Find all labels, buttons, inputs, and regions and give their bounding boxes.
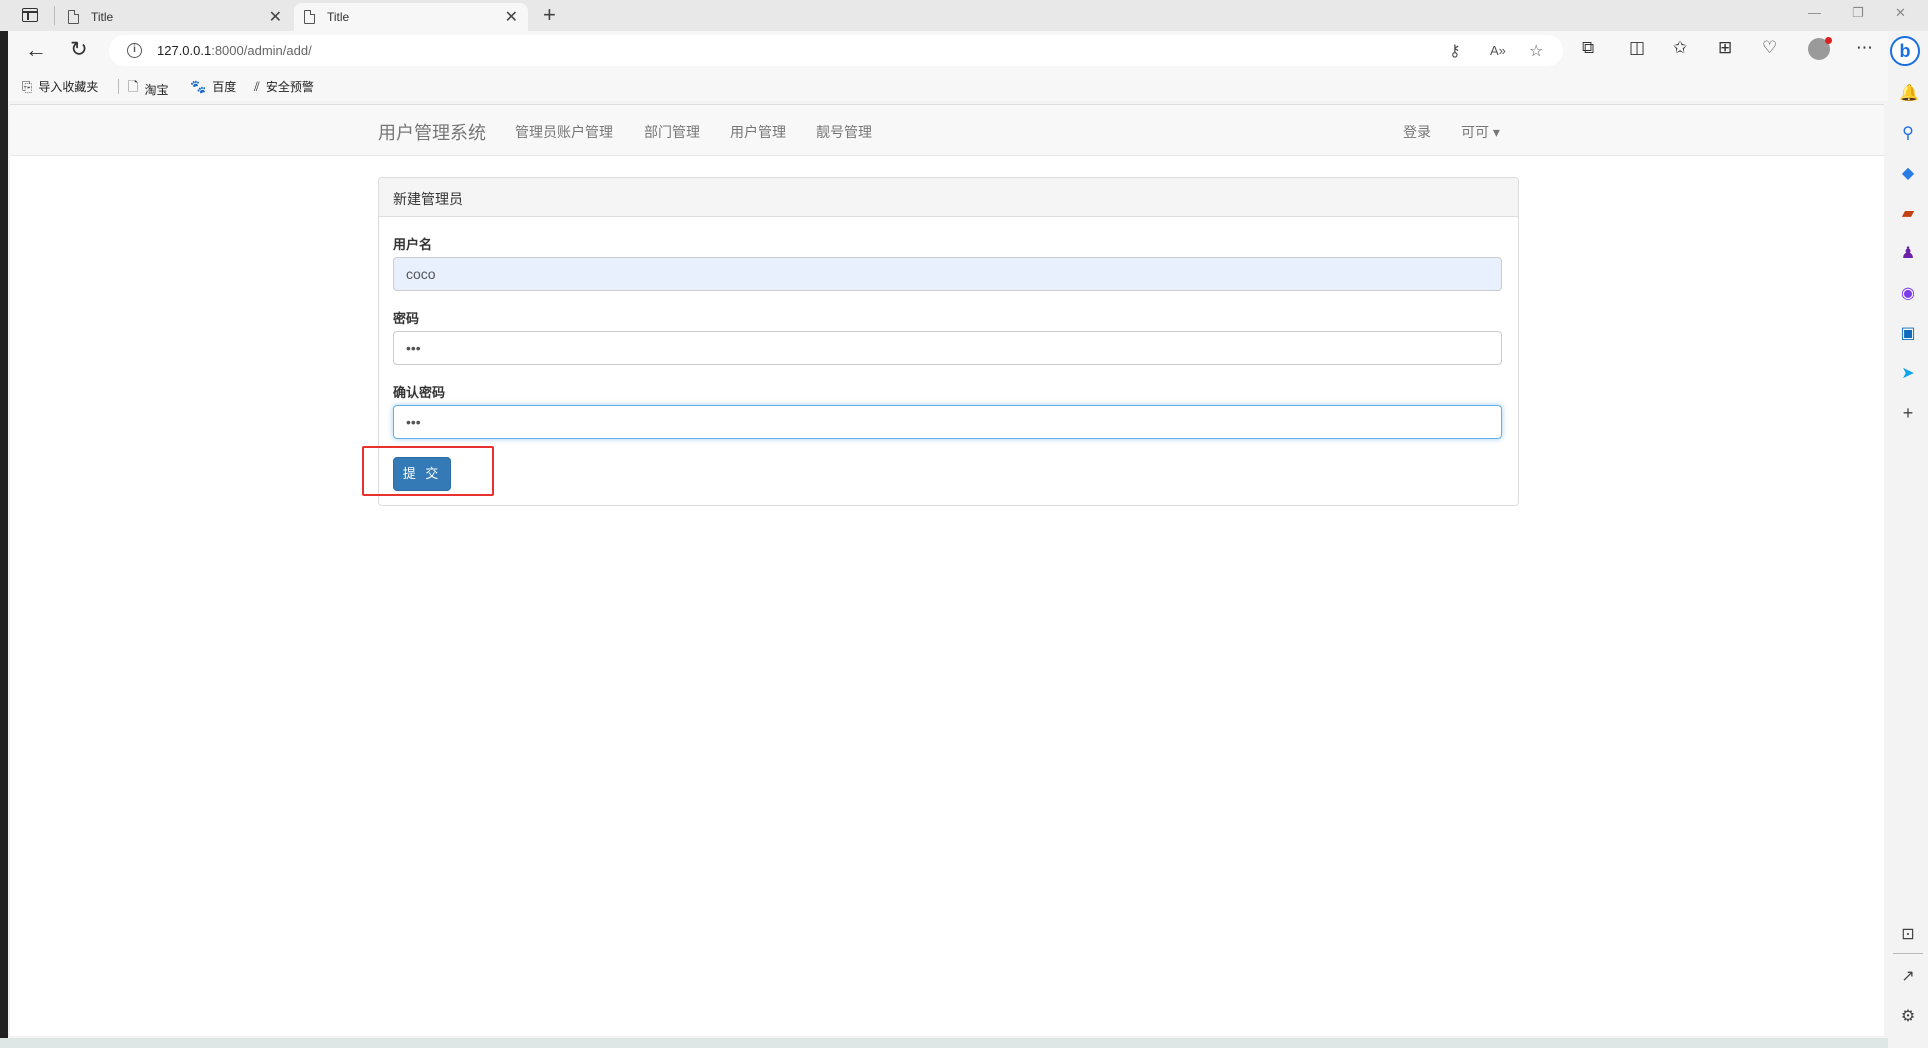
games-icon[interactable]: ♟ [1899, 243, 1917, 263]
import-favorites-icon: ⎘ [22, 78, 33, 94]
new-admin-panel: 新建管理员 用户名 密码 确认密码 提 交 [378, 177, 1519, 506]
outlook-icon[interactable]: ▣ [1899, 323, 1917, 343]
nav-pretty-numbers[interactable]: 靓号管理 [816, 122, 872, 142]
user-dropdown[interactable]: 可可 ▾ [1461, 122, 1500, 142]
confirm-password-label: 确认密码 [393, 385, 446, 400]
window-left-edge [0, 31, 8, 1048]
favorites-icon[interactable]: ✩ [1673, 38, 1687, 58]
page-icon [68, 10, 79, 24]
url-text[interactable]: 127.0.0.1:8000/admin/add/ [157, 43, 312, 58]
tab-title: Title [91, 10, 114, 24]
bookmark-bar: ⎘ 导入收藏夹 🗋 淘宝 🐾 百度 ⫽ 安全预警 [0, 71, 1888, 101]
bookmark-taobao[interactable]: 🗋 淘宝 [128, 78, 168, 100]
profile-avatar[interactable] [1808, 37, 1832, 60]
page-icon [304, 10, 315, 24]
password-input[interactable] [393, 331, 1502, 365]
gear-icon[interactable]: ⚙ [1899, 1006, 1917, 1026]
collections-icon[interactable]: ⊞ [1718, 38, 1732, 58]
restore-icon[interactable]: ❐ [1852, 5, 1864, 21]
annotation-highlight-box [362, 446, 494, 496]
read-aloud-icon[interactable]: A» [1490, 43, 1506, 58]
tab-strip: Title ✕ Title ✕ + — ❐ ✕ [0, 0, 1928, 31]
nav-departments[interactable]: 部门管理 [644, 122, 700, 142]
page-icon: 🗋 [128, 79, 139, 94]
browser-toolbar: ← ↻ i 127.0.0.1:8000/admin/add/ ⚷ A» ☆ ⧉… [0, 31, 1928, 71]
panel-heading: 新建管理员 [379, 178, 1518, 217]
star-icon[interactable]: ☆ [1529, 41, 1543, 61]
tools-icon[interactable]: ▰ [1899, 203, 1917, 223]
browser-tab-2[interactable]: Title ✕ [294, 3, 528, 31]
external-link-icon[interactable]: ↗ [1899, 966, 1917, 986]
close-icon[interactable]: ✕ [269, 7, 282, 27]
back-arrow-icon[interactable]: ← [25, 37, 47, 63]
bookmark-baidu[interactable]: 🐾 百度 [190, 78, 236, 95]
reload-icon[interactable]: ↻ [70, 37, 88, 62]
bing-copilot-icon[interactable]: b [1890, 36, 1920, 66]
password-label: 密码 [393, 311, 420, 326]
tab-actions-icon[interactable] [22, 8, 38, 22]
bell-icon[interactable]: 🔔 [1899, 83, 1919, 103]
nav-login[interactable]: 登录 [1403, 122, 1431, 142]
security-alert-icon: ⫽ [254, 78, 260, 94]
web-page: 用户管理系统 管理员账户管理 部门管理 用户管理 靓号管理 登录 可可 ▾ 新建… [10, 104, 1884, 1036]
window-bottom-edge [0, 1038, 1888, 1048]
tab-separator [54, 6, 55, 25]
site-brand[interactable]: 用户管理系统 [378, 119, 486, 145]
info-icon[interactable]: i [127, 43, 142, 58]
add-icon[interactable]: + [1899, 403, 1917, 424]
search-icon[interactable]: ⚲ [1899, 123, 1917, 143]
bookmark-import-favorites[interactable]: ⎘ 导入收藏夹 [22, 78, 98, 95]
screenshot-icon[interactable]: ⊡ [1899, 924, 1917, 944]
baidu-paw-icon: 🐾 [190, 78, 207, 94]
confirm-password-input[interactable] [393, 405, 1502, 439]
site-navbar: 用户管理系统 管理员账户管理 部门管理 用户管理 靓号管理 登录 可可 ▾ [10, 105, 1884, 156]
username-label: 用户名 [393, 237, 433, 252]
send-icon[interactable]: ➤ [1899, 363, 1917, 383]
office-icon[interactable]: ◉ [1899, 283, 1917, 303]
health-icon[interactable]: ♡ [1762, 38, 1777, 58]
more-menu-icon[interactable]: ⋯ [1856, 38, 1873, 58]
nav-users[interactable]: 用户管理 [730, 122, 786, 142]
address-bar[interactable]: i 127.0.0.1:8000/admin/add/ ⚷ A» ☆ [109, 35, 1563, 66]
tab-title: Title [327, 10, 350, 24]
browser-tab-1[interactable]: Title ✕ [58, 3, 292, 31]
bookmark-separator [118, 79, 119, 94]
panel-title: 新建管理员 [393, 191, 463, 207]
nav-admin-accounts[interactable]: 管理员账户管理 [515, 122, 613, 142]
new-tab-icon[interactable]: + [543, 2, 556, 28]
close-icon[interactable]: ✕ [505, 7, 518, 27]
close-window-icon[interactable]: ✕ [1895, 5, 1906, 21]
shopping-tag-icon[interactable]: ◆ [1899, 163, 1917, 183]
key-icon[interactable]: ⚷ [1449, 41, 1461, 61]
bookmark-security-alert[interactable]: ⫽ 安全预警 [254, 78, 314, 95]
split-screen-icon[interactable]: ◫ [1629, 38, 1645, 58]
username-input[interactable] [393, 257, 1502, 291]
minimize-icon[interactable]: — [1808, 5, 1821, 20]
extensions-icon[interactable]: ⧉ [1582, 38, 1594, 58]
edge-sidebar: 🔔 ⚲ ◆ ▰ ♟ ◉ ▣ ➤ + ⊡ ↗ ⚙ [1888, 31, 1928, 1048]
sidebar-divider [1893, 953, 1923, 954]
